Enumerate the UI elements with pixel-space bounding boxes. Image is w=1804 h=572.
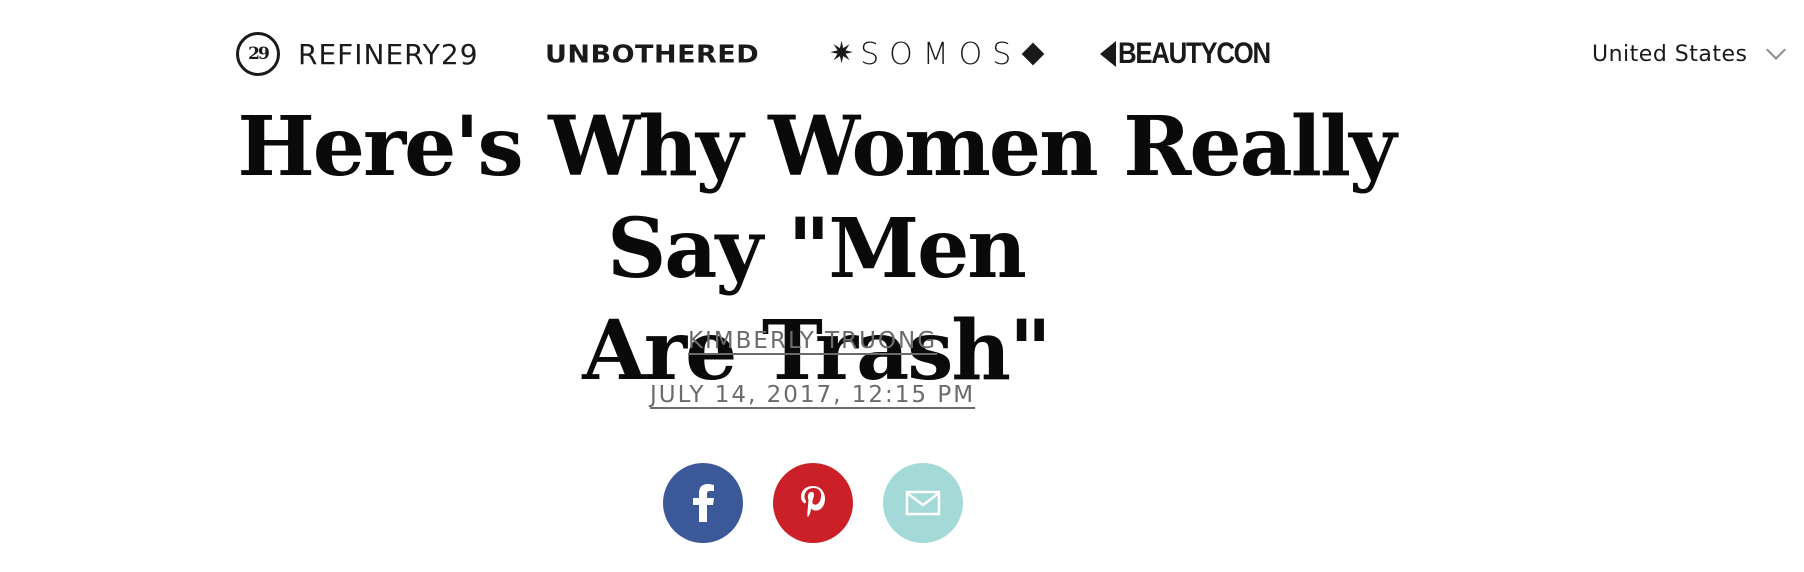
article-title: Here's Why Women Really Say "Men Are Tra… [180, 96, 1452, 402]
refinery29-wordmark: REFINERY29 [298, 37, 479, 71]
pinterest-icon [800, 486, 825, 517]
chevron-down-icon [1766, 40, 1787, 60]
beautycon-mark-icon [1100, 41, 1116, 67]
article-title-line-1: Here's Why Women Really Say "Men [237, 99, 1396, 297]
refinery29-logo-link[interactable]: 29 REFINERY29 [236, 28, 479, 80]
publish-date[interactable]: JULY 14, 2017, 12:15 PM [0, 382, 1625, 408]
pinterest-share-button[interactable] [772, 463, 853, 543]
somos-star-icon: ✷ [829, 37, 855, 70]
author-link[interactable]: KIMBERLY TRUONG [0, 328, 1625, 354]
email-share-button[interactable] [882, 463, 963, 543]
unbothered-logo-link[interactable]: UNBOTHERED [545, 30, 759, 78]
region-selector[interactable]: United States [1592, 36, 1787, 72]
somos-wordmark: SOMOS [860, 36, 1022, 72]
refinery29-badge-icon: 29 [236, 32, 280, 76]
mail-icon [905, 490, 940, 516]
region-label: United States [1592, 41, 1748, 67]
share-bar [0, 463, 1625, 543]
beautycon-logo-link[interactable]: BEAUTYCON [1100, 28, 1295, 80]
site-header: 29 REFINERY29 UNBOTHERED ✷ SOMOS BEAUTYC… [0, 0, 1804, 108]
facebook-icon [692, 484, 714, 522]
somos-diamond-icon [1022, 42, 1045, 66]
somos-logo-link[interactable]: ✷ SOMOS [829, 28, 1045, 80]
beautycon-wordmark: BEAUTYCON [1118, 37, 1271, 70]
facebook-share-button[interactable] [662, 463, 743, 543]
